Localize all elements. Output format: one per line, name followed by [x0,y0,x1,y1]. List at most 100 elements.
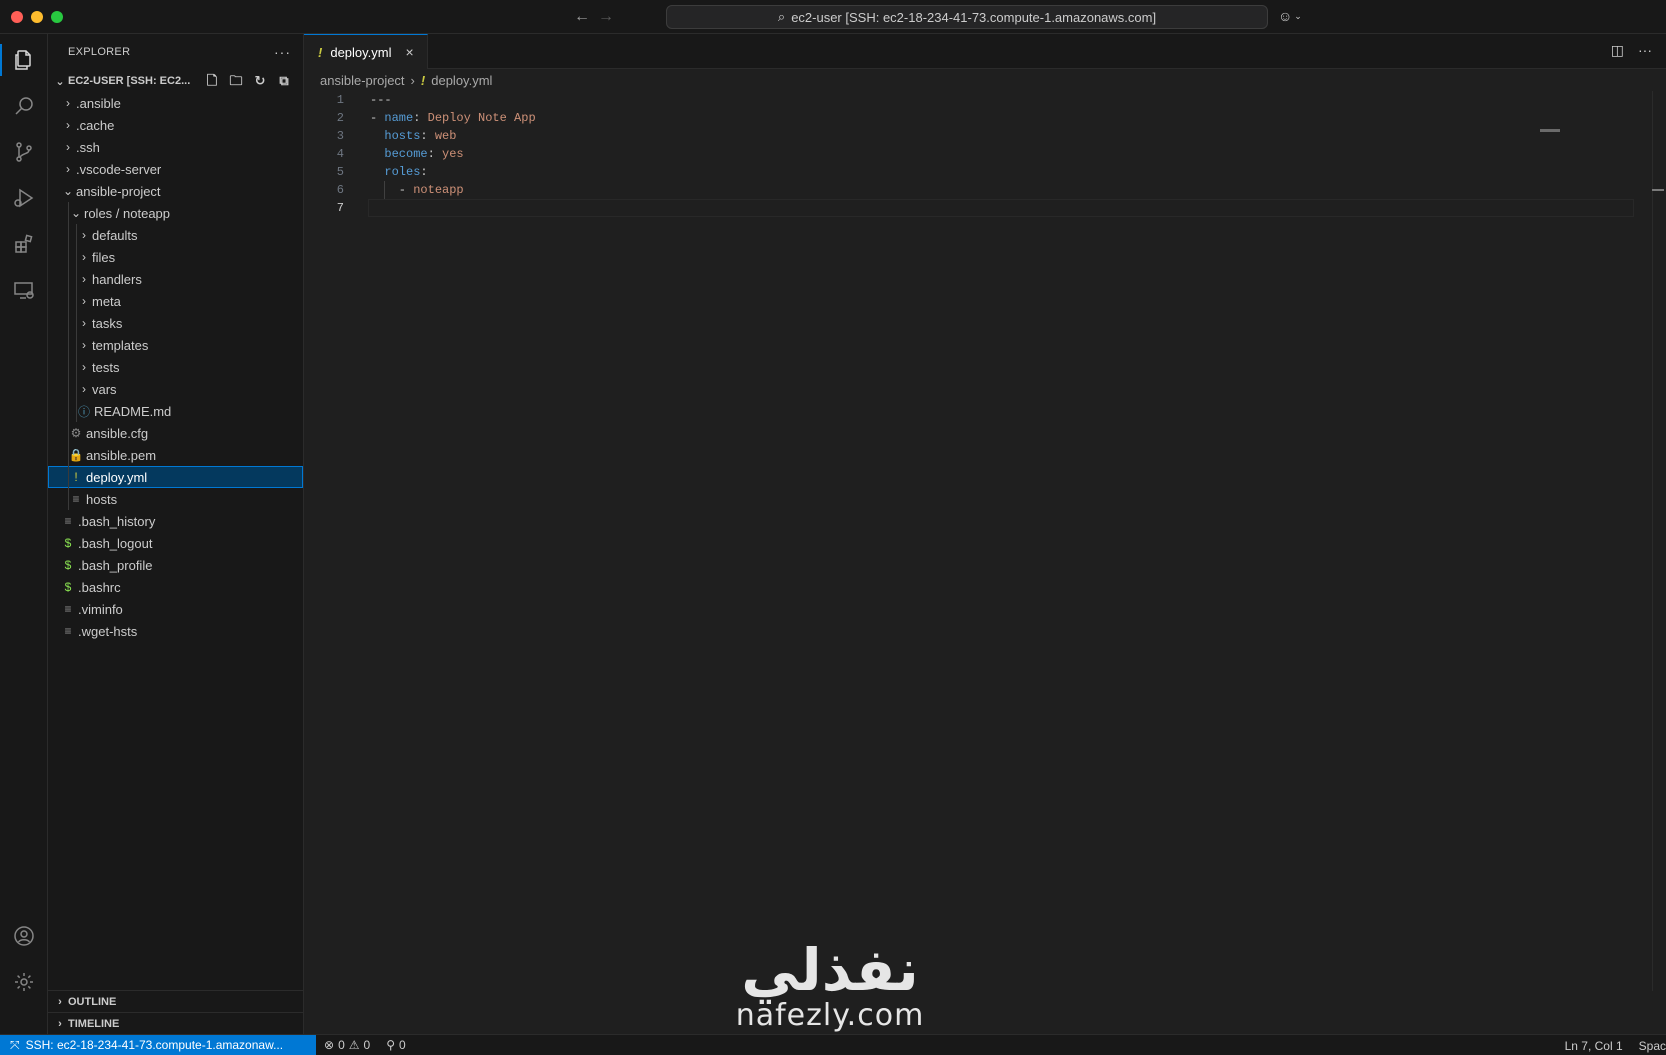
window-maximize-button[interactable] [51,11,63,23]
watermark-site: nafezly.com [735,998,925,1033]
chevron-right-icon: › [58,995,62,1008]
more-actions-icon[interactable]: ··· [1638,42,1652,59]
breadcrumb-folder[interactable]: ansible-project [320,73,405,88]
yaml-key: roles [384,165,421,179]
tree-file[interactable]: ⓘ README.md [48,400,303,422]
new-file-icon[interactable]: 🗋 [203,72,221,90]
tree-folder[interactable]: ⌄ ansible-project [48,180,303,202]
account-icon[interactable] [0,914,48,958]
timeline-section[interactable]: › TIMELINE [48,1012,304,1034]
copilot-menu[interactable]: ☺ ⌄ [1278,8,1302,24]
ports-indicator[interactable]: ⚲ 0 [378,1038,413,1052]
tree-file[interactable]: $ .bash_profile [48,554,303,576]
error-icon: ⊗ [324,1038,335,1052]
indent-guide [68,378,69,400]
indent-guide [76,378,77,400]
tree-item-label: .ssh [76,139,100,155]
window-minimize-button[interactable] [31,11,43,23]
source-control-icon[interactable] [0,130,48,174]
tree-folder[interactable]: ⌄ roles / noteapp [48,202,303,224]
tree-folder[interactable]: › tests [48,356,303,378]
watermark-logo: نفذلي [741,936,919,1004]
line-text: --- [370,91,392,109]
tree-folder[interactable]: › files [48,246,303,268]
ports-icon: ⚲ [386,1038,395,1052]
problems-indicator[interactable]: ⊗ 0 ⚠ 0 [316,1038,378,1052]
breadcrumb-file[interactable]: deploy.yml [431,73,492,88]
code-editor[interactable]: 1 --- 2- name: Deploy Note App 3 hosts: web… [304,91,1634,217]
tree-folder[interactable]: › meta [48,290,303,312]
tree-file[interactable]: ≡ hosts [48,488,303,510]
editor-area: ! deploy.yml × ◫ ··· ansible-project › !… [304,34,1666,1034]
indent-guide [68,422,69,444]
tree-file[interactable]: ≡ .bash_history [48,510,303,532]
chevron-right-icon: › [82,382,86,396]
tree-item-label: tasks [92,315,123,331]
error-count: 0 [338,1038,345,1052]
yaml-key: hosts [384,129,421,143]
yaml-value: Deploy Note App [427,111,536,125]
tree-item-label: deploy.yml [86,469,148,485]
tree-file[interactable]: ≡ .viminfo [48,598,303,620]
line-number: 7 [336,201,344,215]
tree-folder[interactable]: › vars [48,378,303,400]
tree-folder[interactable]: › templates [48,334,303,356]
line-number: 1 [336,93,344,107]
tree-folder[interactable]: › defaults [48,224,303,246]
gear-icon[interactable] [0,960,48,1004]
timeline-label: TIMELINE [68,1017,120,1030]
breadcrumb: ansible-project › ! deploy.yml [304,69,1666,91]
collapse-all-icon[interactable]: ⧉ [275,72,293,90]
line-number: 4 [336,147,344,161]
yaml-key: become [384,147,428,161]
search-icon[interactable] [0,84,48,128]
chevron-right-icon: › [410,72,415,88]
run-debug-icon[interactable] [0,176,48,220]
outline-section[interactable]: › OUTLINE [48,990,304,1012]
indent-guide [68,444,69,466]
editor-scrollbar[interactable] [1652,91,1666,991]
tree-folder[interactable]: › .vscode-server [48,158,303,180]
tree-folder[interactable]: › .cache [48,114,303,136]
tree-file[interactable]: ⚙ ansible.cfg [48,422,303,444]
tree-folder[interactable]: › .ssh [48,136,303,158]
tree-file[interactable]: ≡ .wget-hsts [48,620,303,642]
command-center-search[interactable]: ⌕ ec2-user [SSH: ec2-18-234-41-73.comput… [666,5,1268,29]
tree-file[interactable]: 🔒 ansible.pem [48,444,303,466]
indentation-indicator[interactable]: Spac [1631,1039,1666,1053]
window-close-button[interactable] [11,11,23,23]
tree-file[interactable]: $ .bashrc [48,576,303,598]
extensions-icon[interactable] [0,222,48,266]
more-actions-icon[interactable]: ··· [274,44,291,60]
remote-indicator[interactable]: ⤧ SSH: ec2-18-234-41-73.compute-1.amazon… [0,1034,316,1055]
file-type-icon: ≡ [64,624,72,638]
remote-explorer-icon[interactable] [0,268,48,312]
cursor-position[interactable]: Ln 7, Col 1 [1557,1039,1631,1053]
chevron-right-icon: › [66,118,70,132]
arrow-left-icon[interactable]: ← [572,7,592,27]
explorer-icon[interactable] [0,38,48,82]
close-icon[interactable]: × [406,44,414,60]
tree-folder[interactable]: › tasks [48,312,303,334]
tree-item-label: .wget-hsts [78,623,138,639]
tree-item-label: vars [92,381,117,397]
tree-folder[interactable]: › .ansible [48,92,303,114]
tab-deploy-yml[interactable]: ! deploy.yml × [304,34,428,69]
code-line: 6 - noteapp [304,181,1634,199]
tree-item-label: .ansible [76,95,121,111]
tree-item-label: .bash_logout [78,535,153,551]
tree-item-label: .bash_history [78,513,156,529]
split-editor-icon[interactable]: ◫ [1611,42,1624,59]
tree-folder[interactable]: › handlers [48,268,303,290]
tree-item-label: .vscode-server [76,161,162,177]
workspace-root[interactable]: ⌄ EC2-USER [SSH: EC2... 🗋 🗀 ↻ ⧉ [48,70,303,92]
arrow-right-icon[interactable]: → [596,7,616,27]
indent-guide [76,290,77,312]
remote-label: SSH: ec2-18-234-41-73.compute-1.amazonaw… [25,1038,284,1052]
tree-file[interactable]: $ .bash_logout [48,532,303,554]
minimap-preview: ▬▬ [1540,124,1560,135]
tree-file[interactable]: ! deploy.yml [48,466,303,488]
indent-guide [68,268,69,290]
new-folder-icon[interactable]: 🗀 [227,72,245,90]
refresh-icon[interactable]: ↻ [251,72,269,90]
